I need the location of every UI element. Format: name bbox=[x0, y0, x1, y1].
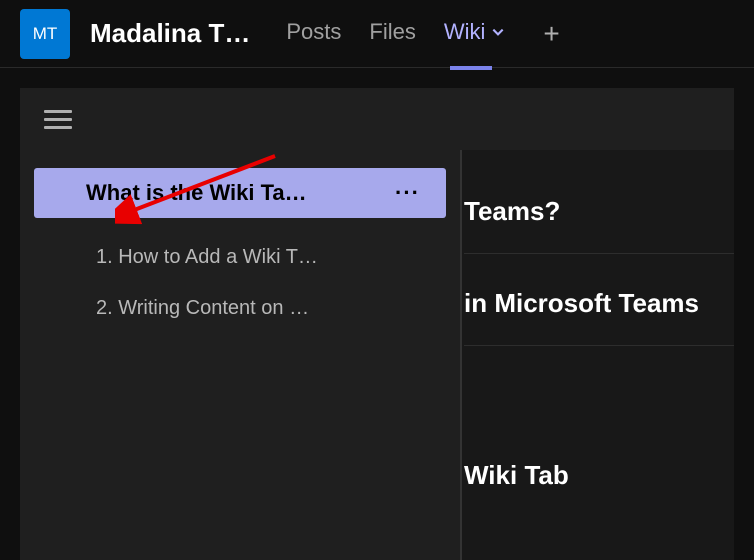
channel-avatar: MT bbox=[20, 9, 70, 59]
wiki-nav-panel: What is the Wiki Ta… ··· 1. How to Add a… bbox=[20, 150, 460, 560]
content-heading-fragment: in Microsoft Teams bbox=[464, 254, 734, 345]
content-heading-fragment: Wiki Tab bbox=[464, 426, 734, 517]
channel-name: Madalina T… bbox=[90, 18, 250, 49]
tab-posts[interactable]: Posts bbox=[286, 19, 341, 49]
avatar-initials: MT bbox=[33, 24, 58, 44]
nav-page-title: What is the Wiki Ta… bbox=[54, 180, 307, 206]
add-tab-button[interactable]: + bbox=[543, 18, 559, 50]
channel-tabs: Posts Files Wiki + bbox=[286, 18, 559, 50]
nav-section-item[interactable]: 2. Writing Content on … bbox=[34, 283, 446, 334]
wiki-body: What is the Wiki Ta… ··· 1. How to Add a… bbox=[20, 150, 734, 560]
wiki-toolbar bbox=[20, 88, 734, 150]
tab-wiki[interactable]: Wiki bbox=[444, 19, 506, 49]
channel-header: MT Madalina T… Posts Files Wiki + bbox=[0, 0, 754, 68]
wiki-content-panel: Teams? in Microsoft Teams Wiki Tab bbox=[460, 150, 734, 560]
content-heading-fragment: Teams? bbox=[464, 150, 734, 253]
tab-files[interactable]: Files bbox=[369, 19, 415, 49]
nav-page-current[interactable]: What is the Wiki Ta… ··· bbox=[34, 168, 446, 218]
content-area: What is the Wiki Ta… ··· 1. How to Add a… bbox=[0, 68, 754, 560]
tab-wiki-label: Wiki bbox=[444, 19, 486, 45]
chevron-down-icon bbox=[491, 19, 505, 45]
more-icon[interactable]: ··· bbox=[395, 180, 426, 206]
nav-section-item[interactable]: 1. How to Add a Wiki T… bbox=[34, 232, 446, 283]
hamburger-menu-icon[interactable] bbox=[44, 110, 72, 129]
